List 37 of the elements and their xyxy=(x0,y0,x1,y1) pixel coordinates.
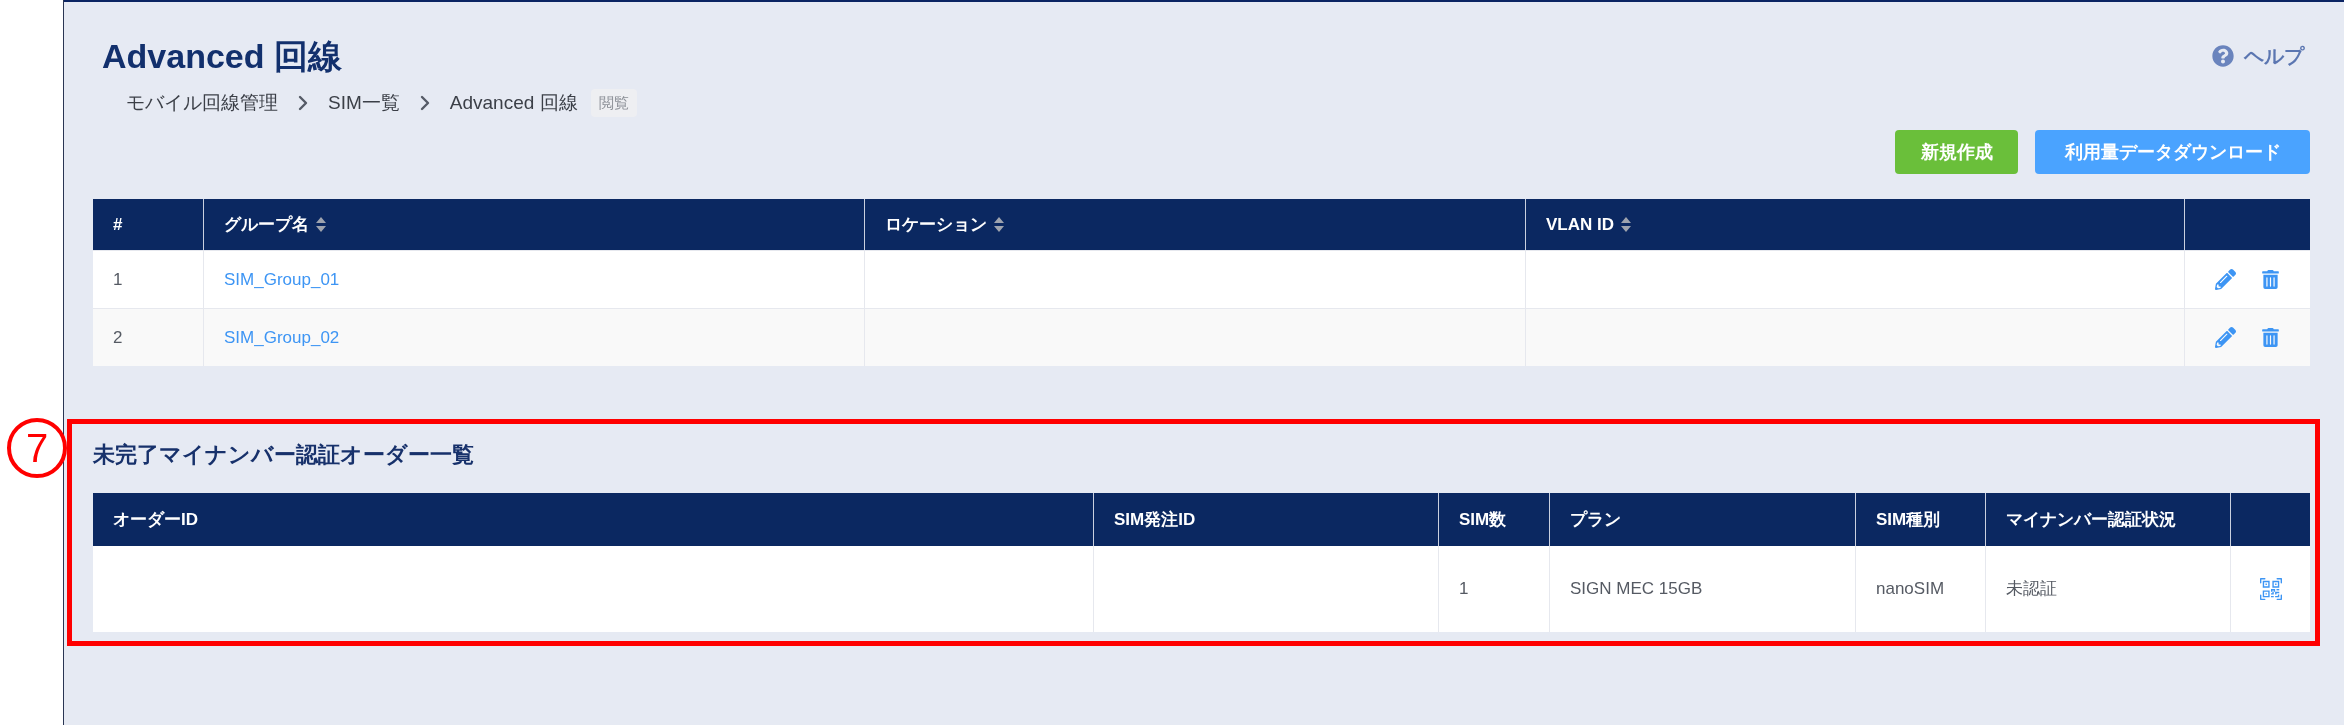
scan-button[interactable] xyxy=(2258,577,2283,601)
delete-button[interactable] xyxy=(2260,268,2281,291)
column-header: # xyxy=(113,213,123,236)
view-mode-badge: 閲覧 xyxy=(590,89,637,117)
section-title: 未完了マイナンバー認証オーダー一覧 xyxy=(93,441,475,469)
qr-scan-icon xyxy=(2259,578,2282,600)
table-cell-text: 1 xyxy=(1459,578,1469,601)
table-cell-text: 2 xyxy=(113,326,123,349)
help-icon xyxy=(2212,45,2234,67)
delete-button[interactable] xyxy=(2260,326,2281,349)
help-link[interactable]: ヘルプ xyxy=(2212,42,2304,70)
breadcrumb-link[interactable]: SIM一覧 xyxy=(328,89,400,117)
column-header: SIM発注ID xyxy=(1114,508,1196,531)
column-header: オーダーID xyxy=(113,508,198,531)
pencil-icon xyxy=(2215,269,2236,290)
table-cell-text: 1 xyxy=(113,268,123,291)
table-cell-text: nanoSIM xyxy=(1876,578,1945,601)
column-header[interactable]: グループ名 xyxy=(224,211,309,238)
column-header: プラン xyxy=(1570,508,1621,531)
column-header[interactable]: VLAN ID xyxy=(1546,211,1614,238)
sort-icon[interactable] xyxy=(994,217,1004,232)
sort-icon[interactable] xyxy=(316,217,326,232)
column-header: SIM数 xyxy=(1459,508,1507,531)
page-title: Advanced 回線 xyxy=(102,36,342,77)
column-header: SIM種別 xyxy=(1876,508,1941,531)
edit-button[interactable] xyxy=(2214,326,2237,349)
column-header: マイナンバー認証状況 xyxy=(2006,508,2176,531)
sort-icon[interactable] xyxy=(1621,217,1631,232)
breadcrumb-link[interactable]: モバイル回線管理 xyxy=(126,89,278,117)
column-header[interactable]: ロケーション xyxy=(885,211,987,238)
edit-button[interactable] xyxy=(2214,268,2237,291)
breadcrumb-link[interactable]: Advanced 回線 xyxy=(449,89,578,117)
trash-icon xyxy=(2261,328,2280,347)
pencil-icon xyxy=(2215,327,2236,348)
table-cell-text: SIGN MEC 15GB xyxy=(1570,578,1703,601)
table-cell-text: 未認証 xyxy=(2006,578,2057,601)
trash-icon xyxy=(2261,270,2280,289)
